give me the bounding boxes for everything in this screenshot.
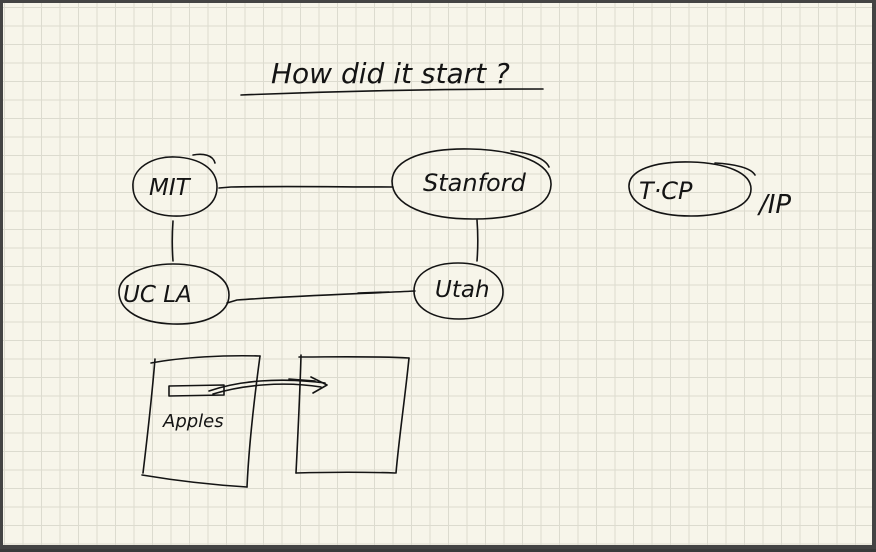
link-mit-stanford — [218, 185, 394, 189]
node-tcp: T·CP /IP — [628, 161, 791, 220]
memory-slot — [168, 384, 225, 397]
sketch-canvas: How did it start ? MIT Stanford UC LA Ut… — [118, 57, 791, 488]
link-stanford-utah — [476, 219, 479, 262]
node-mit-label: MIT — [149, 175, 192, 201]
link-ucla-utah-stroke — [357, 291, 390, 294]
memory-box-right — [295, 354, 410, 474]
node-ucla-label: UC LA — [123, 282, 192, 308]
memory-box-left-top — [150, 354, 261, 364]
memory-box-left: Apples — [141, 354, 261, 488]
node-tcp-suffix: /IP — [757, 190, 791, 220]
pointer-arrow — [208, 376, 328, 395]
node-stanford: Stanford — [391, 148, 552, 220]
memory-label: Apples — [162, 411, 224, 432]
memory-box-right-right — [395, 357, 410, 474]
node-utah-label: Utah — [435, 277, 490, 303]
link-ucla-mit — [171, 220, 174, 262]
node-ucla: UC LA — [118, 263, 230, 325]
node-tcp-label: T·CP — [639, 177, 693, 205]
memory-box-right-bottom — [295, 471, 396, 474]
notebook-page: How did it start ? MIT Stanford UC LA Ut… — [0, 0, 876, 549]
memory-box-right-left — [295, 354, 302, 474]
page-title: How did it start ? — [271, 57, 510, 90]
memory-box-left-side — [142, 358, 156, 474]
pointer-arrow-head — [310, 376, 328, 394]
memory-box-left-bottom — [141, 474, 248, 488]
node-mit: MIT — [132, 153, 218, 217]
node-stanford-label: Stanford — [423, 169, 527, 197]
memory-box-right-top — [298, 355, 410, 359]
memory-box-left-right — [246, 355, 261, 488]
node-utah: Utah — [413, 262, 504, 320]
